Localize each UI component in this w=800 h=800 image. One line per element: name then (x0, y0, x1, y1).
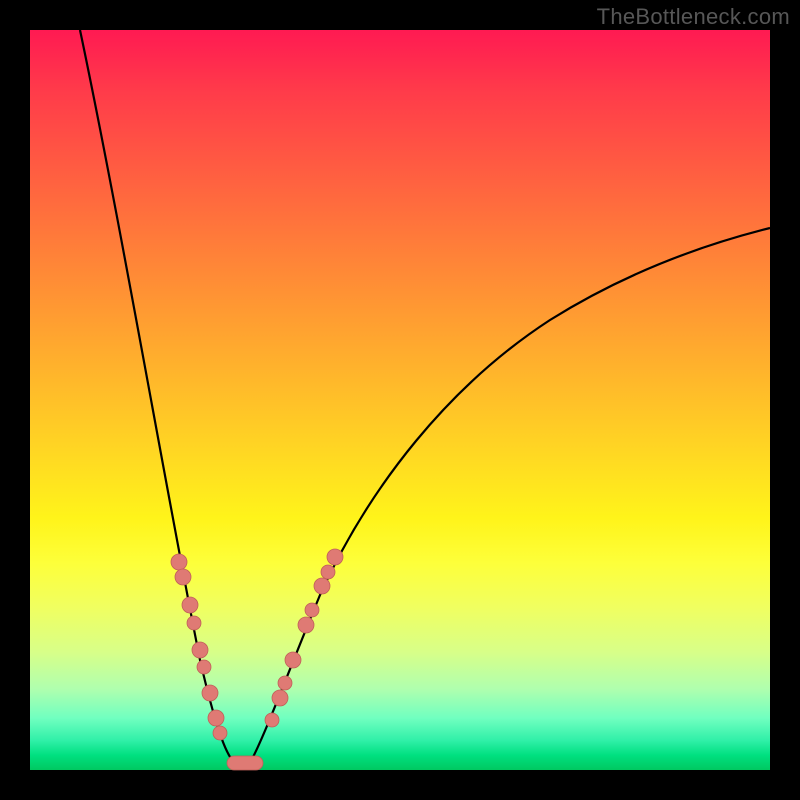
chart-container: TheBottleneck.com (0, 0, 800, 800)
left-branch-curve (80, 30, 235, 763)
bead-left (202, 685, 218, 701)
right-markers (265, 549, 343, 727)
bead-right (285, 652, 301, 668)
bead-left (208, 710, 224, 726)
bead-left (192, 642, 208, 658)
bead-right (272, 690, 288, 706)
left-markers (171, 554, 227, 740)
bottom-bead (227, 756, 263, 770)
bead-right (321, 565, 335, 579)
bead-right (265, 713, 279, 727)
right-branch-curve (250, 228, 770, 763)
bead-right (298, 617, 314, 633)
curve-svg (30, 30, 770, 770)
bead-left (197, 660, 211, 674)
bead-left (187, 616, 201, 630)
watermark-text: TheBottleneck.com (597, 4, 790, 30)
bead-right (278, 676, 292, 690)
bead-left (182, 597, 198, 613)
bead-right (327, 549, 343, 565)
bead-left (175, 569, 191, 585)
bead-right (314, 578, 330, 594)
plot-area (30, 30, 770, 770)
bead-left (213, 726, 227, 740)
bead-right (305, 603, 319, 617)
bead-left (171, 554, 187, 570)
